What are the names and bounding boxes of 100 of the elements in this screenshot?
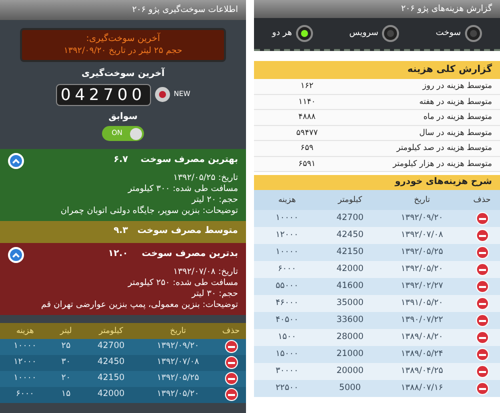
delete-button[interactable] bbox=[476, 246, 488, 259]
table-cell-text: ۱۵۰۰ bbox=[276, 331, 298, 344]
column-header: تاریخ bbox=[413, 194, 431, 206]
banner-detail: حجم ۲۵ لیتر در تاریخ ۱۳۹۲/۰۹/۲۰ bbox=[64, 45, 182, 57]
table-cell-text: ۴۰۵۰۰ bbox=[274, 314, 300, 327]
delete-button[interactable] bbox=[476, 365, 488, 378]
stat-title: بدترین مصرف سوخت bbox=[140, 248, 238, 261]
filter-radio[interactable]: هر دو bbox=[272, 25, 313, 42]
delete-button[interactable] bbox=[476, 229, 488, 242]
summary-value: ۴۸۸۸ bbox=[297, 111, 317, 124]
odometer-display: 042700 bbox=[56, 84, 151, 106]
table-cell-text: ۱۳۹۲/۰۹/۲۰ bbox=[156, 340, 200, 353]
table-cell-text: 5000 bbox=[338, 382, 362, 395]
stat-detail: توضیحات: بنزین سوپر، جایگاه دولتی اتوبان چمران bbox=[60, 206, 238, 217]
table-cell-text: ۱۳۸۹/۰۵/۲۴ bbox=[400, 348, 444, 361]
table-cell-text: ۲۵ bbox=[60, 340, 72, 353]
table-cell-text: 42150 bbox=[335, 246, 365, 259]
table-cell-text: ۱۳۹۰/۰۷/۲۲ bbox=[400, 314, 444, 327]
delete-button[interactable] bbox=[476, 348, 488, 361]
delete-button[interactable] bbox=[476, 280, 488, 293]
table-cell-text: ۱۳۹۲/۰۵/۲۰ bbox=[156, 388, 200, 401]
table-cell-text: ۱۲۰۰۰ bbox=[12, 356, 38, 369]
stat-value: ۶.۷ bbox=[114, 154, 128, 168]
collapse-button[interactable] bbox=[8, 246, 24, 262]
stat-detail: مسافت طی شده: ۲۵۰ کیلومتر bbox=[126, 278, 238, 288]
delete-button[interactable] bbox=[224, 388, 238, 401]
table-cell-text: 21000 bbox=[335, 348, 365, 361]
table-cell-text: ۱۳۸۸/۰۷/۱۶ bbox=[400, 382, 444, 395]
table-cell-text: ۱۳۹۱/۰۵/۲۰ bbox=[400, 297, 444, 310]
summary-value: ۵۹۴۷۷ bbox=[295, 126, 319, 139]
table-cell-text: ۱۳۹۲/۰۵/۲۵ bbox=[400, 246, 444, 259]
section-title: شرح هزینه‌های خودرو bbox=[395, 176, 492, 189]
stat-detail: مسافت طی شده: ۳۰۰ کیلومتر bbox=[126, 184, 238, 195]
record-button[interactable] bbox=[154, 87, 170, 102]
table-cell-text: 20000 bbox=[335, 365, 365, 378]
filter-radio[interactable]: سرویس bbox=[349, 25, 400, 42]
table-cell-text: ۱۳۹۲/۰۷/۰۸ bbox=[400, 229, 444, 242]
stat-detail: تاریخ: ۱۳۹۲/۰۵/۲۵ bbox=[172, 173, 238, 184]
column-header: حذف bbox=[472, 194, 492, 206]
delete-button[interactable] bbox=[224, 340, 238, 353]
stat-detail: تاریخ: ۱۳۹۲/۰۷/۰۸ bbox=[172, 266, 238, 278]
summary-value: ۱۶۲ bbox=[300, 80, 314, 92]
table-cell-text: 35000 bbox=[335, 297, 365, 310]
delete-button[interactable] bbox=[224, 356, 238, 369]
stat-detail: توضیحات: بنزین معمولی، پمپ بنزین عوارضی تهران قم bbox=[40, 300, 238, 310]
column-header: هزینه bbox=[15, 324, 35, 336]
table-cell-text: ۱۰۰۰۰ bbox=[274, 246, 300, 259]
table-cell-text: ۱۰۰۰۰ bbox=[12, 372, 38, 385]
table-cell-text: ۱۳۸۹/۰۴/۲۵ bbox=[400, 365, 444, 378]
delete-button[interactable] bbox=[476, 331, 488, 344]
summary-label: متوسط هزینه در هفته bbox=[418, 96, 492, 108]
summary-value: ۱۱۴۰ bbox=[297, 96, 317, 108]
table-cell-text: 42700 bbox=[335, 212, 365, 225]
column-header: لیتر bbox=[58, 324, 73, 336]
screen-title: اطلاعات سوخت‌گیری پژو ۲۰۶ bbox=[132, 4, 238, 16]
odometer-label: آخرین سوخت‌گیری bbox=[81, 68, 165, 81]
stat-title: متوسط مصرف سوخت bbox=[136, 225, 238, 238]
table-cell-text: 42450 bbox=[96, 356, 126, 369]
table-cell-text: ۱۳۹۲/۰۷/۰۸ bbox=[156, 356, 200, 369]
section-title: گزارش کلی هزینه bbox=[407, 62, 492, 77]
stat-title: بهترین مصرف سوخت bbox=[140, 154, 238, 168]
summary-label: متوسط هزینه در ماه bbox=[422, 111, 492, 124]
delete-button[interactable] bbox=[476, 263, 488, 276]
table-cell-text: 41600 bbox=[335, 280, 365, 293]
table-cell-text: ۱۳۹۲/۰۹/۲۰ bbox=[400, 212, 444, 225]
delete-button[interactable] bbox=[476, 382, 488, 395]
column-header: تاریخ bbox=[169, 324, 187, 336]
table-cell-text: 42450 bbox=[335, 229, 365, 242]
delete-button[interactable] bbox=[476, 297, 488, 310]
screen-title: گزارش هزینه‌های پژو ۲۰۶ bbox=[401, 2, 492, 16]
table-cell-text: 42000 bbox=[335, 263, 365, 276]
summary-value: ۶۵۹۱ bbox=[297, 158, 317, 170]
table-cell-text: ۲۰ bbox=[60, 372, 72, 385]
delete-button[interactable] bbox=[476, 212, 488, 225]
table-cell-text: ۶۰۰۰ bbox=[14, 388, 36, 401]
table-cell-text: ۵۵۰۰۰ bbox=[274, 280, 300, 293]
table-cell-text: 42000 bbox=[96, 388, 126, 401]
column-header: کیلومتر bbox=[98, 324, 124, 336]
table-cell-text: ۱۰۰۰۰ bbox=[12, 340, 38, 353]
table-cell-text: ۶۰۰۰ bbox=[276, 263, 298, 276]
chevron-icon bbox=[12, 158, 20, 164]
table-cell-text: ۱۰۰۰۰ bbox=[274, 212, 300, 225]
column-header: حذف bbox=[221, 324, 241, 336]
banner-heading: آخرین سوخت‌گیری: bbox=[86, 33, 160, 45]
summary-label: متوسط هزینه در روز bbox=[421, 80, 492, 92]
table-cell-text: ۱۲۰۰۰ bbox=[274, 229, 300, 242]
column-header: کیلومتر bbox=[336, 194, 364, 206]
delete-button[interactable] bbox=[224, 372, 238, 385]
table-cell-text: ۲۲۵۰۰ bbox=[274, 382, 300, 395]
column-header: هزینه bbox=[277, 194, 297, 206]
table-cell-text: 42150 bbox=[96, 372, 126, 385]
delete-button[interactable] bbox=[476, 314, 488, 327]
stat-detail: حجم: ۳۰ لیتر bbox=[190, 288, 238, 300]
table-cell-text: 42700 bbox=[96, 340, 126, 353]
summary-label: متوسط هزینه در هزار کیلومتر bbox=[392, 158, 492, 170]
collapse-button[interactable] bbox=[8, 153, 24, 169]
stat-value: ۹.۳ bbox=[114, 225, 128, 238]
table-cell-text: ۱۵ bbox=[60, 388, 72, 401]
table-cell-text: ۱۵۰۰۰ bbox=[274, 348, 300, 361]
filter-radio[interactable]: سوخت bbox=[436, 25, 482, 42]
